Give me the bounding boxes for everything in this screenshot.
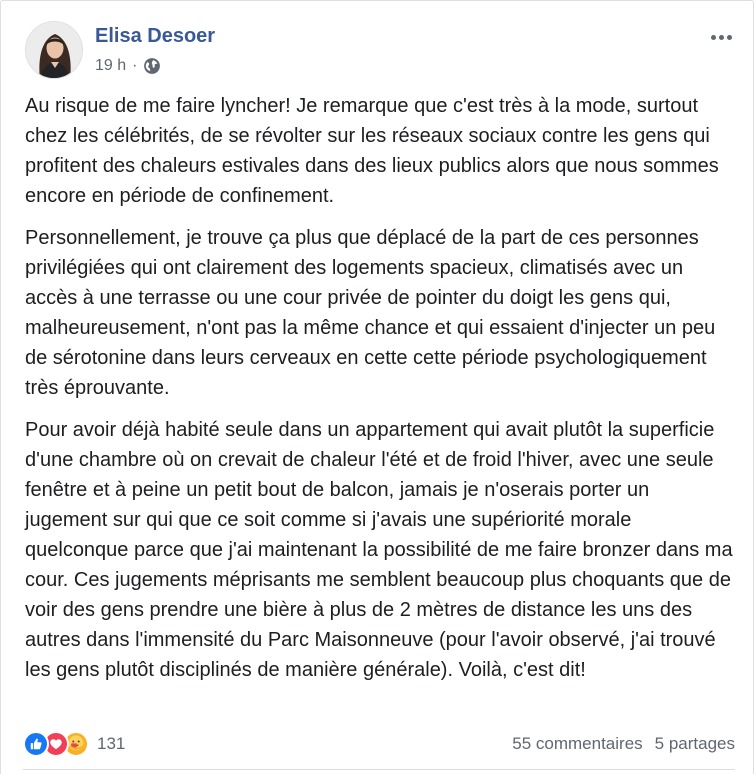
post-paragraph-3: Pour avoir déjà habité seule dans un app… xyxy=(25,419,733,681)
more-options-icon[interactable] xyxy=(705,27,737,47)
footer-divider xyxy=(23,769,735,770)
post-card: Elisa Desoer 19 h · Au risque de me fair… xyxy=(0,0,754,774)
post-paragraph-1: Au risque de me faire lyncher! Je remarq… xyxy=(25,95,719,207)
engagement-stats: 55 commentaires 5 partages xyxy=(512,734,735,754)
post-paragraph-2: Personnellement, je trouve ça plus que d… xyxy=(25,227,716,399)
globe-icon xyxy=(143,57,161,75)
like-icon xyxy=(23,731,49,757)
post-timestamp[interactable]: 19 h xyxy=(95,57,126,75)
author-avatar[interactable] xyxy=(25,21,83,79)
post-meta: 19 h · xyxy=(95,57,161,75)
author-name-link[interactable]: Elisa Desoer xyxy=(95,25,215,48)
post-header: Elisa Desoer 19 h · xyxy=(25,21,737,83)
reaction-count: 131 xyxy=(97,734,126,753)
shares-count-link[interactable]: 5 partages xyxy=(655,734,735,754)
avatar-image xyxy=(26,22,82,78)
comments-count-link[interactable]: 55 commentaires xyxy=(512,734,642,754)
post-text: Au risque de me faire lyncher! Je remarq… xyxy=(25,91,735,697)
reactions-summary[interactable]: 131 xyxy=(23,731,125,757)
post-footer: 131 55 commentaires 5 partages xyxy=(23,727,735,761)
meta-separator: · xyxy=(132,57,138,74)
